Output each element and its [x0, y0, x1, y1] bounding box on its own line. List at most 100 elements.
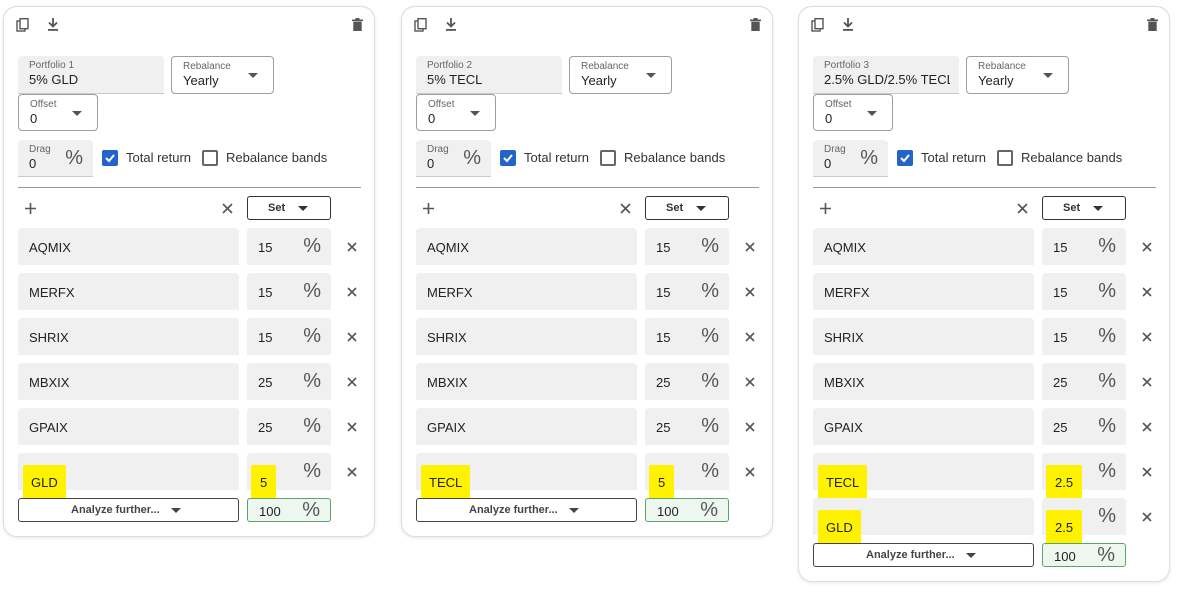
- download-icon[interactable]: [445, 18, 457, 31]
- remove-holding-icon[interactable]: [346, 241, 358, 253]
- copy-icon[interactable]: [414, 18, 428, 32]
- rebalance-select[interactable]: Rebalance Yearly: [966, 56, 1069, 94]
- ticker-field[interactable]: MBXIX: [813, 363, 1034, 400]
- allocation-field[interactable]: 15%: [247, 228, 331, 265]
- allocation-field[interactable]: 25%: [1042, 408, 1126, 445]
- close-icon[interactable]: [620, 203, 631, 214]
- allocation-field[interactable]: 25%: [247, 408, 331, 445]
- plus-icon[interactable]: [423, 203, 434, 214]
- drag-label: Drag: [824, 144, 846, 155]
- analyze-further-button[interactable]: Analyze further...: [813, 543, 1034, 567]
- total-return-checkbox[interactable]: [500, 150, 516, 166]
- ticker-field[interactable]: GLD: [813, 498, 1034, 545]
- remove-holding-icon[interactable]: [1141, 241, 1153, 253]
- plus-icon[interactable]: [25, 203, 36, 214]
- ticker-field[interactable]: MERFX: [813, 273, 1034, 310]
- remove-holding-icon[interactable]: [1141, 511, 1153, 523]
- allocation-field[interactable]: 15%: [645, 273, 729, 310]
- allocation-field[interactable]: 5%: [645, 453, 729, 500]
- ticker-field[interactable]: GPAIX: [813, 408, 1034, 445]
- ticker-field[interactable]: GPAIX: [416, 408, 637, 445]
- download-icon[interactable]: [842, 18, 854, 31]
- allocation-field[interactable]: 15%: [247, 318, 331, 355]
- set-button[interactable]: Set: [645, 196, 729, 220]
- ticker-field[interactable]: MBXIX: [18, 363, 239, 400]
- remove-holding-icon[interactable]: [346, 466, 358, 478]
- total-return-checkbox[interactable]: [102, 150, 118, 166]
- allocation-field[interactable]: 15%: [247, 273, 331, 310]
- portfolio-name-field[interactable]: Portfolio 2 5% TECL: [416, 56, 562, 94]
- portfolio-name-field[interactable]: Portfolio 1 5% GLD: [18, 56, 164, 94]
- close-icon[interactable]: [1017, 203, 1028, 214]
- remove-holding-icon[interactable]: [346, 286, 358, 298]
- remove-holding-icon[interactable]: [744, 376, 756, 388]
- ticker-field[interactable]: TECL: [813, 453, 1034, 500]
- allocation-field[interactable]: 25%: [645, 408, 729, 445]
- allocation-field[interactable]: 25%: [247, 363, 331, 400]
- ticker-field[interactable]: TECL: [416, 453, 637, 500]
- set-button[interactable]: Set: [247, 196, 331, 220]
- copy-icon[interactable]: [16, 18, 30, 32]
- ticker-field[interactable]: GPAIX: [18, 408, 239, 445]
- remove-holding-icon[interactable]: [346, 331, 358, 343]
- ticker-field[interactable]: MERFX: [18, 273, 239, 310]
- allocation-field[interactable]: 15%: [645, 318, 729, 355]
- remove-holding-icon[interactable]: [1141, 286, 1153, 298]
- remove-holding-icon[interactable]: [1141, 421, 1153, 433]
- remove-holding-icon[interactable]: [1141, 331, 1153, 343]
- offset-label: Offset: [30, 99, 57, 110]
- ticker-field[interactable]: AQMIX: [416, 228, 637, 265]
- plus-icon[interactable]: [820, 203, 831, 214]
- allocation-field[interactable]: 25%: [645, 363, 729, 400]
- rebalance-select[interactable]: Rebalance Yearly: [569, 56, 672, 94]
- remove-holding-icon[interactable]: [346, 421, 358, 433]
- analyze-further-label: Analyze further...: [469, 504, 558, 516]
- remove-holding-icon[interactable]: [346, 376, 358, 388]
- rebalance-select[interactable]: Rebalance Yearly: [171, 56, 274, 94]
- remove-holding-icon[interactable]: [744, 286, 756, 298]
- rebalance-bands-checkbox[interactable]: [202, 150, 218, 166]
- allocation-field[interactable]: 2.5%: [1042, 498, 1126, 545]
- offset-select[interactable]: Offset 0: [416, 94, 496, 131]
- trash-icon[interactable]: [352, 18, 363, 31]
- rebalance-bands-checkbox[interactable]: [997, 150, 1013, 166]
- copy-icon[interactable]: [811, 18, 825, 32]
- allocation-field[interactable]: 15%: [1042, 273, 1126, 310]
- allocation-field[interactable]: 15%: [1042, 228, 1126, 265]
- remove-holding-icon[interactable]: [744, 331, 756, 343]
- allocation-field[interactable]: 15%: [645, 228, 729, 265]
- ticker-field[interactable]: MBXIX: [416, 363, 637, 400]
- analyze-further-button[interactable]: Analyze further...: [18, 498, 239, 522]
- drag-field[interactable]: Drag 0 %: [416, 140, 491, 177]
- close-icon[interactable]: [222, 203, 233, 214]
- ticker-field[interactable]: AQMIX: [18, 228, 239, 265]
- drag-field[interactable]: Drag 0 %: [18, 140, 93, 177]
- ticker-field[interactable]: AQMIX: [813, 228, 1034, 265]
- remove-holding-icon[interactable]: [1141, 466, 1153, 478]
- offset-select[interactable]: Offset 0: [18, 94, 98, 131]
- ticker-field[interactable]: SHRIX: [813, 318, 1034, 355]
- trash-icon[interactable]: [1147, 18, 1158, 31]
- allocation-field[interactable]: 25%: [1042, 363, 1126, 400]
- allocation-field[interactable]: 2.5%: [1042, 453, 1126, 500]
- analyze-further-button[interactable]: Analyze further...: [416, 498, 637, 522]
- remove-holding-icon[interactable]: [744, 466, 756, 478]
- remove-holding-icon[interactable]: [744, 241, 756, 253]
- download-icon[interactable]: [47, 18, 59, 31]
- portfolio-name-field[interactable]: Portfolio 3 2.5% GLD/2.5% TECL: [813, 56, 959, 94]
- ticker-field[interactable]: SHRIX: [18, 318, 239, 355]
- allocation-field[interactable]: 5%: [247, 453, 331, 500]
- ticker-field[interactable]: MERFX: [416, 273, 637, 310]
- drag-field[interactable]: Drag 0 %: [813, 140, 888, 177]
- ticker-field[interactable]: SHRIX: [416, 318, 637, 355]
- caret-down-icon: [171, 508, 181, 513]
- total-return-checkbox[interactable]: [897, 150, 913, 166]
- trash-icon[interactable]: [750, 18, 761, 31]
- offset-select[interactable]: Offset 0: [813, 94, 893, 131]
- rebalance-bands-checkbox[interactable]: [600, 150, 616, 166]
- remove-holding-icon[interactable]: [744, 421, 756, 433]
- remove-holding-icon[interactable]: [1141, 376, 1153, 388]
- ticker-field[interactable]: GLD: [18, 453, 239, 500]
- set-button[interactable]: Set: [1042, 196, 1126, 220]
- allocation-field[interactable]: 15%: [1042, 318, 1126, 355]
